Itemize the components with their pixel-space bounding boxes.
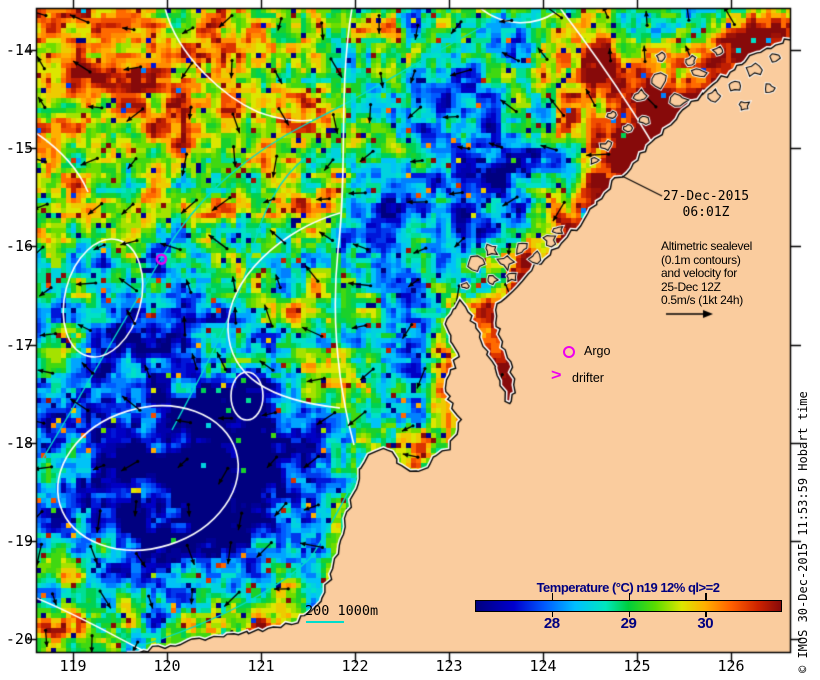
copyright-text: © IMOS 30-Dec-2015 11:53:59 Hobart time [796,391,810,673]
colorbar-tick [628,593,630,600]
sst-map-canvas [0,0,820,680]
argo-float-icon [563,346,575,358]
y-tick-label: -16 [5,237,33,256]
x-tick-label: 121 [247,657,275,675]
x-tick-label: 123 [435,657,463,675]
sst-map-page: { "title_block": { "date_line1": "27-Dec… [0,0,820,680]
date-annotation: 27-Dec-2015 06:01Z [646,189,766,221]
depth-contour-legend-label: 200 1000m [305,603,379,619]
x-tick-label: 120 [153,657,181,675]
x-tick-label: 122 [341,657,369,675]
x-tick-label: 119 [59,657,87,675]
temperature-colorbar [475,600,782,612]
depth-contour-sample-line [306,621,344,623]
colorbar-tick-label: 30 [697,615,714,632]
x-tick-label: 125 [623,657,651,675]
y-tick-label: -20 [5,629,33,648]
y-tick-label: -18 [5,433,33,452]
y-tick-label: -19 [5,531,33,550]
altimetric-note-line: (0.1m contours) [661,252,741,267]
altimetric-note-line: and velocity for [661,266,737,280]
drifter-icon: > [551,366,562,384]
altimetric-note-line: Altimetric sealevel [661,239,752,253]
colorbar-tick [705,593,707,600]
y-tick-label: -17 [5,335,33,354]
argo-legend-label: Argo [584,344,611,358]
x-tick-label: 126 [717,657,745,675]
altimetric-note: Altimetric sealevel (0.1m contours) and … [661,239,786,308]
altimetric-note-line: 25-Dec 12Z [661,279,721,294]
colorbar-tick-label: 29 [620,615,637,632]
time-line: 06:01Z [682,205,730,220]
altimetric-note-line: 0.5m/s (1kt 24h) [661,293,743,307]
drifter-legend-label: drifter [572,371,604,385]
colorbar-tick [551,593,554,600]
date-line: 27-Dec-2015 [662,189,750,204]
y-tick-label: -15 [5,139,33,158]
y-tick-label: -14 [5,41,33,60]
x-tick-label: 124 [529,657,557,675]
colorbar-tick-label: 28 [543,615,560,632]
